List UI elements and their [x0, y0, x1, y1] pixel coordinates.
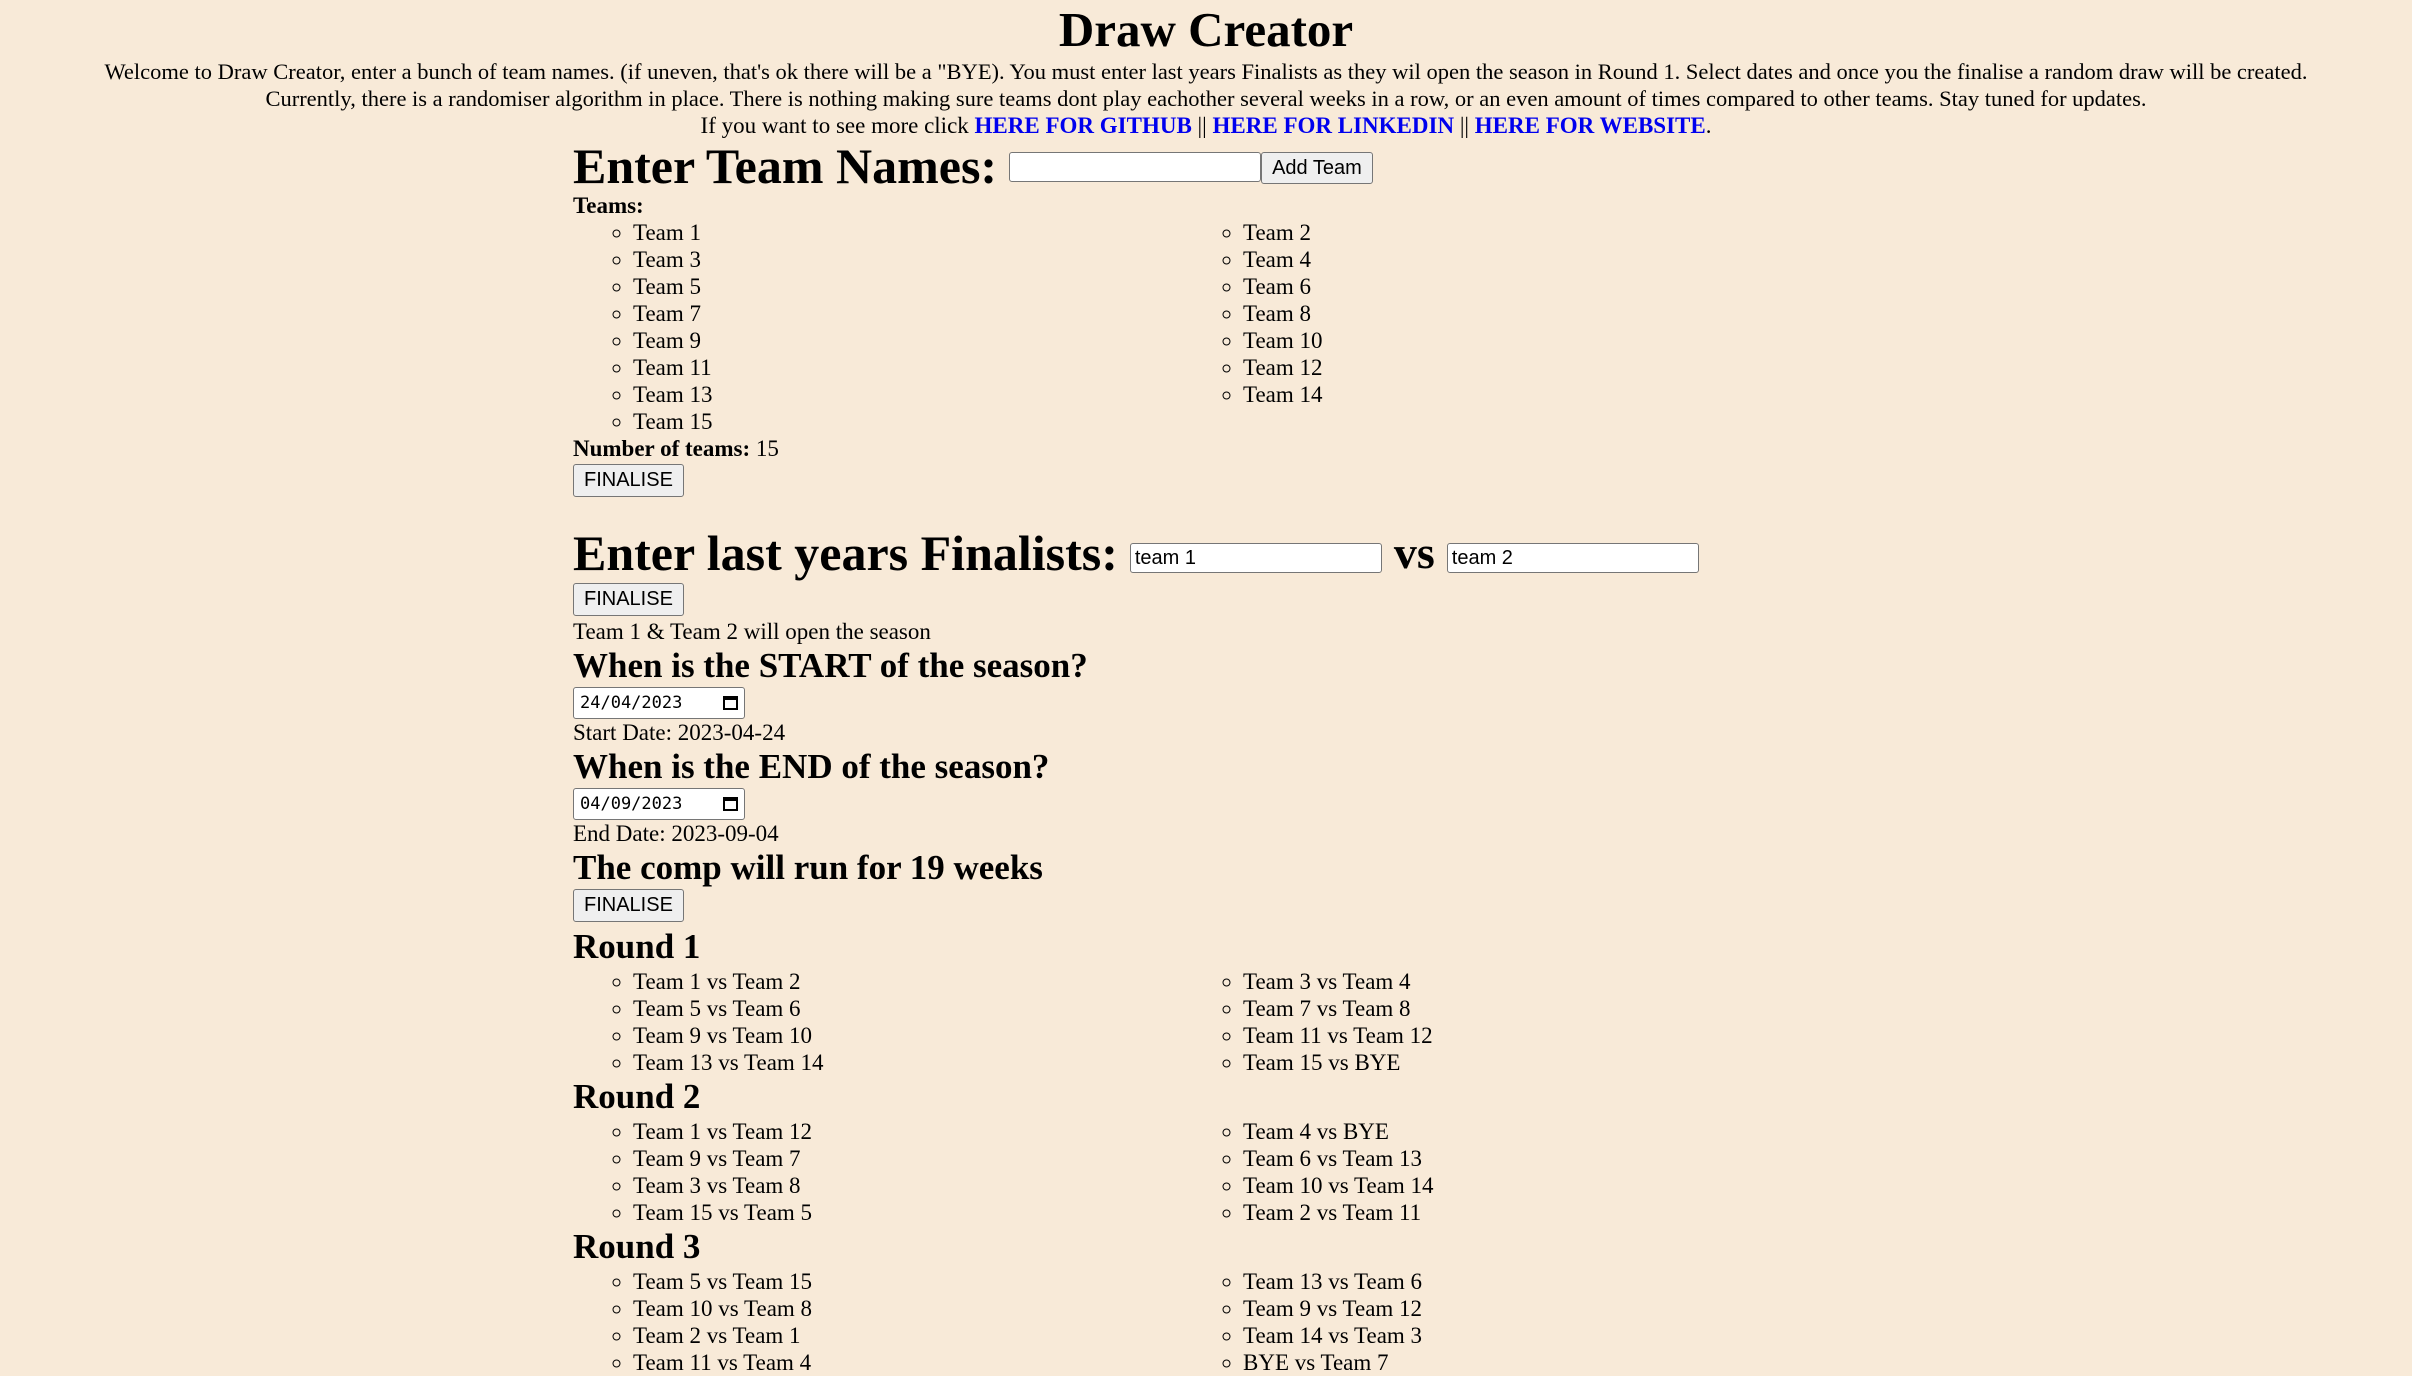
team-list-item: Team 10: [1243, 327, 1853, 354]
match-item: Team 4 vs BYE: [1243, 1118, 1853, 1145]
finalists-row: Enter last years Finalists: vs: [573, 525, 1823, 581]
end-date-value: 04/09/2023: [580, 794, 683, 814]
team-count: Number of teams: 15: [573, 435, 1823, 462]
match-item: Team 5 vs Team 6: [633, 995, 1243, 1022]
end-date-text: End Date: 2023-09-04: [573, 821, 779, 846]
match-item: Team 1 vs Team 2: [633, 968, 1243, 995]
round-heading: Round 1: [573, 927, 701, 966]
start-date-input[interactable]: 24/04/2023: [573, 687, 745, 719]
round-match-list: Team 1 vs Team 12Team 4 vs BYETeam 9 vs …: [573, 1118, 1823, 1226]
finalise-finalists-button[interactable]: FINALISE: [573, 583, 684, 616]
team-list-item: Team 12: [1243, 354, 1853, 381]
team-names-heading: Enter Team Names:: [573, 138, 998, 194]
team-list-item: Team 5: [633, 273, 1243, 300]
links-line: If you want to see more click HERE FOR G…: [0, 112, 2412, 139]
team-entry-row: Enter Team Names: Add Team: [573, 138, 1823, 194]
team-list-item: Team 9: [633, 327, 1243, 354]
match-item: Team 3 vs Team 8: [633, 1172, 1243, 1199]
match-item: Team 15 vs BYE: [1243, 1049, 1853, 1076]
teams-label: Teams:: [573, 193, 644, 218]
match-item: Team 9 vs Team 10: [633, 1022, 1243, 1049]
team-count-value: 15: [755, 436, 779, 461]
match-item: Team 2 vs Team 11: [1243, 1199, 1853, 1226]
match-item: Team 1 vs Team 12: [633, 1118, 1243, 1145]
finalist-team2-input[interactable]: [1446, 543, 1699, 573]
match-item: Team 6 vs Team 13: [1243, 1145, 1853, 1172]
match-item: Team 13 vs Team 14: [633, 1049, 1243, 1076]
link-separator: ||: [1197, 113, 1207, 138]
end-heading: When is the END of the season?: [573, 747, 1050, 786]
main-content: Enter Team Names: Add Team Teams: Team 1…: [573, 138, 1823, 1376]
calendar-icon[interactable]: [723, 797, 738, 811]
links-period: .: [1705, 113, 1712, 138]
round-heading: Round 2: [573, 1077, 701, 1116]
start-heading: When is the START of the season?: [573, 646, 1088, 685]
links-prefix: If you want to see more click: [700, 113, 969, 138]
match-item: Team 7 vs Team 8: [1243, 995, 1853, 1022]
website-link[interactable]: HERE FOR WEBSITE: [1475, 113, 1706, 138]
match-item: Team 14 vs Team 3: [1243, 1322, 1853, 1349]
calendar-icon[interactable]: [723, 696, 738, 710]
match-item: Team 2 vs Team 1: [633, 1322, 1243, 1349]
match-item: Team 11 vs Team 12: [1243, 1022, 1853, 1049]
round-heading: Round 3: [573, 1227, 701, 1266]
app-title: Draw Creator: [1058, 2, 1354, 57]
intro-text-2: Currently, there is a randomiser algorit…: [265, 86, 2147, 111]
github-link[interactable]: HERE FOR GITHUB: [975, 113, 1192, 138]
page-header: Draw Creator Welcome to Draw Creator, en…: [0, 0, 2412, 139]
team-list-item: Team 3: [633, 246, 1243, 273]
team-list: Team 1Team 2Team 3Team 4Team 5Team 6Team…: [573, 219, 1823, 435]
finalise-dates-button[interactable]: FINALISE: [573, 889, 684, 922]
team-list-item: Team 6: [1243, 273, 1853, 300]
round-match-list: Team 1 vs Team 2Team 3 vs Team 4Team 5 v…: [573, 968, 1823, 1076]
team-list-item: Team 13: [633, 381, 1243, 408]
finalists-heading: Enter last years Finalists:: [573, 525, 1118, 581]
match-item: Team 13 vs Team 6: [1243, 1268, 1853, 1295]
team-count-label: Number of teams:: [573, 436, 751, 461]
start-date-value: 24/04/2023: [580, 693, 683, 713]
linkedin-link[interactable]: HERE FOR LINKEDIN: [1213, 113, 1455, 138]
end-date-input[interactable]: 04/09/2023: [573, 788, 745, 820]
team-list-item: Team 14: [1243, 381, 1853, 408]
weeks-heading: The comp will run for 19 weeks: [573, 848, 1043, 887]
vs-label: vs: [1393, 527, 1435, 578]
rounds-container: Round 1Team 1 vs Team 2Team 3 vs Team 4T…: [573, 926, 1823, 1376]
match-item: Team 3 vs Team 4: [1243, 968, 1853, 995]
match-item: Team 9 vs Team 7: [633, 1145, 1243, 1172]
match-item: Team 9 vs Team 12: [1243, 1295, 1853, 1322]
team-list-item: Team 2: [1243, 219, 1853, 246]
finalise-teams-button[interactable]: FINALISE: [573, 464, 684, 497]
intro-text-1: Welcome to Draw Creator, enter a bunch o…: [104, 59, 2308, 84]
match-item: Team 11 vs Team 4: [633, 1349, 1243, 1376]
team-list-item: Team 15: [633, 408, 1243, 435]
match-item: Team 15 vs Team 5: [633, 1199, 1243, 1226]
finalist-team1-input[interactable]: [1129, 543, 1382, 573]
team-list-item: Team 1: [633, 219, 1243, 246]
add-team-button[interactable]: Add Team: [1261, 152, 1373, 184]
start-date-text: Start Date: 2023-04-24: [573, 720, 786, 745]
round-match-list: Team 5 vs Team 15Team 13 vs Team 6Team 1…: [573, 1268, 1823, 1376]
match-item: BYE vs Team 7: [1243, 1349, 1853, 1376]
team-name-input[interactable]: [1009, 152, 1262, 182]
team-list-item: Team 11: [633, 354, 1243, 381]
match-item: Team 10 vs Team 8: [633, 1295, 1243, 1322]
match-item: Team 10 vs Team 14: [1243, 1172, 1853, 1199]
match-item: Team 5 vs Team 15: [633, 1268, 1243, 1295]
team-list-item: Team 7: [633, 300, 1243, 327]
opening-status: Team 1 & Team 2 will open the season: [573, 619, 931, 644]
team-list-item: Team 8: [1243, 300, 1853, 327]
link-separator: ||: [1459, 113, 1470, 138]
team-list-item: Team 4: [1243, 246, 1853, 273]
